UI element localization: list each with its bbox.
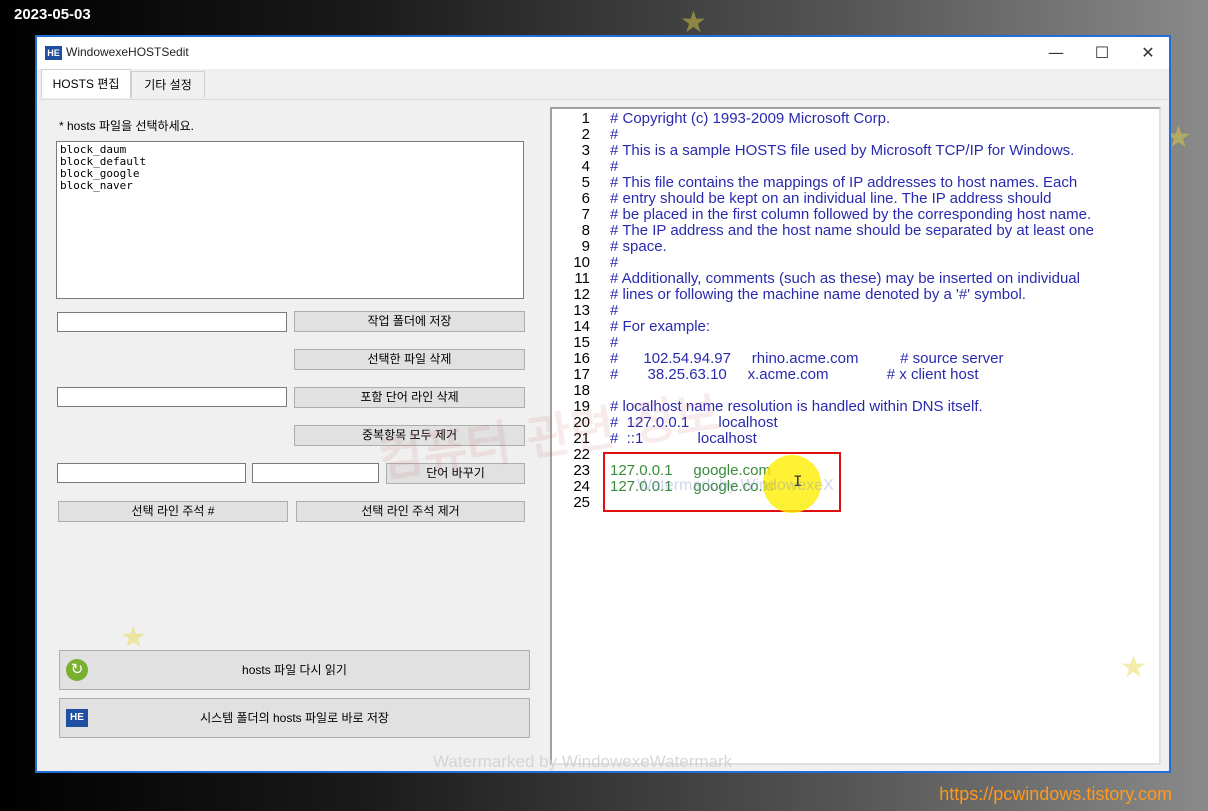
reload-label: hosts 파일 다시 읽기 — [242, 663, 347, 677]
line-number: 3 — [581, 142, 590, 159]
comment-lines-button[interactable]: 선택 라인 주석 # — [58, 501, 288, 522]
hosts-file-list[interactable]: block_daum block_default block_google bl… — [56, 141, 524, 299]
word-input[interactable] — [57, 387, 287, 407]
line-number: 8 — [581, 222, 590, 239]
line-number: 9 — [581, 238, 590, 255]
code-line[interactable]: # be placed in the first column followed… — [610, 207, 1091, 223]
app-icon: HE — [45, 46, 62, 60]
code-line[interactable]: # — [610, 335, 618, 351]
tab-divider — [39, 99, 1167, 100]
code-line[interactable]: # entry should be kept on an individual … — [610, 191, 1051, 207]
line-number: 2 — [581, 126, 590, 143]
app-window: HE WindowexeHOSTSedit — ☐ ✕ HOSTS 편집 기타 … — [35, 35, 1171, 773]
tab-hosts-edit[interactable]: HOSTS 편집 — [41, 69, 131, 98]
watermark-bottom: Watermarked by WindowexeWatermark — [433, 752, 733, 771]
line-number: 17 — [573, 366, 590, 383]
line-number: 4 — [581, 158, 590, 175]
line-number: 13 — [573, 302, 590, 319]
line-number: 16 — [573, 350, 590, 367]
line-number: 5 — [581, 174, 590, 191]
minimize-button[interactable]: — — [1033, 37, 1079, 69]
close-button[interactable]: ✕ — [1125, 37, 1171, 69]
line-number: 14 — [573, 318, 590, 335]
code-line[interactable]: # — [610, 255, 618, 271]
code-line[interactable]: # This file contains the mappings of IP … — [610, 175, 1077, 191]
code-line[interactable]: # Copyright (c) 1993-2009 Microsoft Corp… — [610, 111, 890, 127]
find-input[interactable] — [57, 463, 246, 483]
delete-selected-file-button[interactable]: 선택한 파일 삭제 — [294, 349, 525, 370]
he-icon: HE — [66, 709, 88, 727]
line-number: 6 — [581, 190, 590, 207]
save-to-work-folder-button[interactable]: 작업 폴더에 저장 — [294, 311, 525, 332]
star-decoration: ★ — [120, 620, 147, 655]
star-decoration: ★ — [1120, 650, 1147, 685]
code-line[interactable]: # lines or following the machine name de… — [610, 287, 1026, 303]
line-number: 12 — [573, 286, 590, 303]
tab-other-settings[interactable]: 기타 설정 — [131, 71, 205, 98]
save-system-hosts-button[interactable]: HE 시스템 폴더의 hosts 파일로 바로 저장 — [59, 698, 530, 738]
code-line[interactable]: # space. — [610, 239, 667, 255]
line-number: 25 — [573, 494, 590, 511]
line-number: 11 — [574, 270, 590, 287]
code-line[interactable]: # — [610, 303, 618, 319]
code-line[interactable]: # Additionally, comments (such as these)… — [610, 271, 1080, 287]
maximize-button[interactable]: ☐ — [1079, 37, 1125, 69]
line-number: 15 — [573, 334, 590, 351]
window-title: WindowexeHOSTSedit — [66, 45, 189, 59]
code-line[interactable]: # — [610, 159, 618, 175]
reload-icon: ↻ — [66, 659, 88, 681]
code-line[interactable]: # The IP address and the host name shoul… — [610, 223, 1094, 239]
line-number: 7 — [581, 206, 590, 223]
line-number: 10 — [573, 254, 590, 271]
site-url[interactable]: https://pcwindows.tistory.com — [939, 784, 1172, 805]
line-number: 1 — [581, 110, 590, 127]
replace-input[interactable] — [252, 463, 379, 483]
select-file-label: * hosts 파일을 선택하세요. — [59, 119, 195, 133]
line-number: 24 — [573, 478, 590, 495]
list-item[interactable]: block_naver — [60, 180, 520, 192]
reload-hosts-button[interactable]: ↻ hosts 파일 다시 읽기 — [59, 650, 530, 690]
save-folder-input[interactable] — [57, 312, 287, 332]
code-line[interactable]: # This is a sample HOSTS file used by Mi… — [610, 143, 1074, 159]
watermark-small: Watermark by WindowexeX — [637, 477, 834, 494]
code-line[interactable]: # — [610, 127, 618, 143]
code-line[interactable]: # For example: — [610, 319, 710, 335]
date-overlay: 2023-05-03 — [14, 6, 91, 23]
code-line[interactable]: # 102.54.94.97 rhino.acme.com # source s… — [610, 351, 1004, 367]
save-system-label: 시스템 폴더의 hosts 파일로 바로 저장 — [200, 711, 389, 725]
uncomment-lines-button[interactable]: 선택 라인 주석 제거 — [296, 501, 525, 522]
title-bar[interactable]: HE WindowexeHOSTSedit — ☐ ✕ — [37, 37, 1169, 69]
